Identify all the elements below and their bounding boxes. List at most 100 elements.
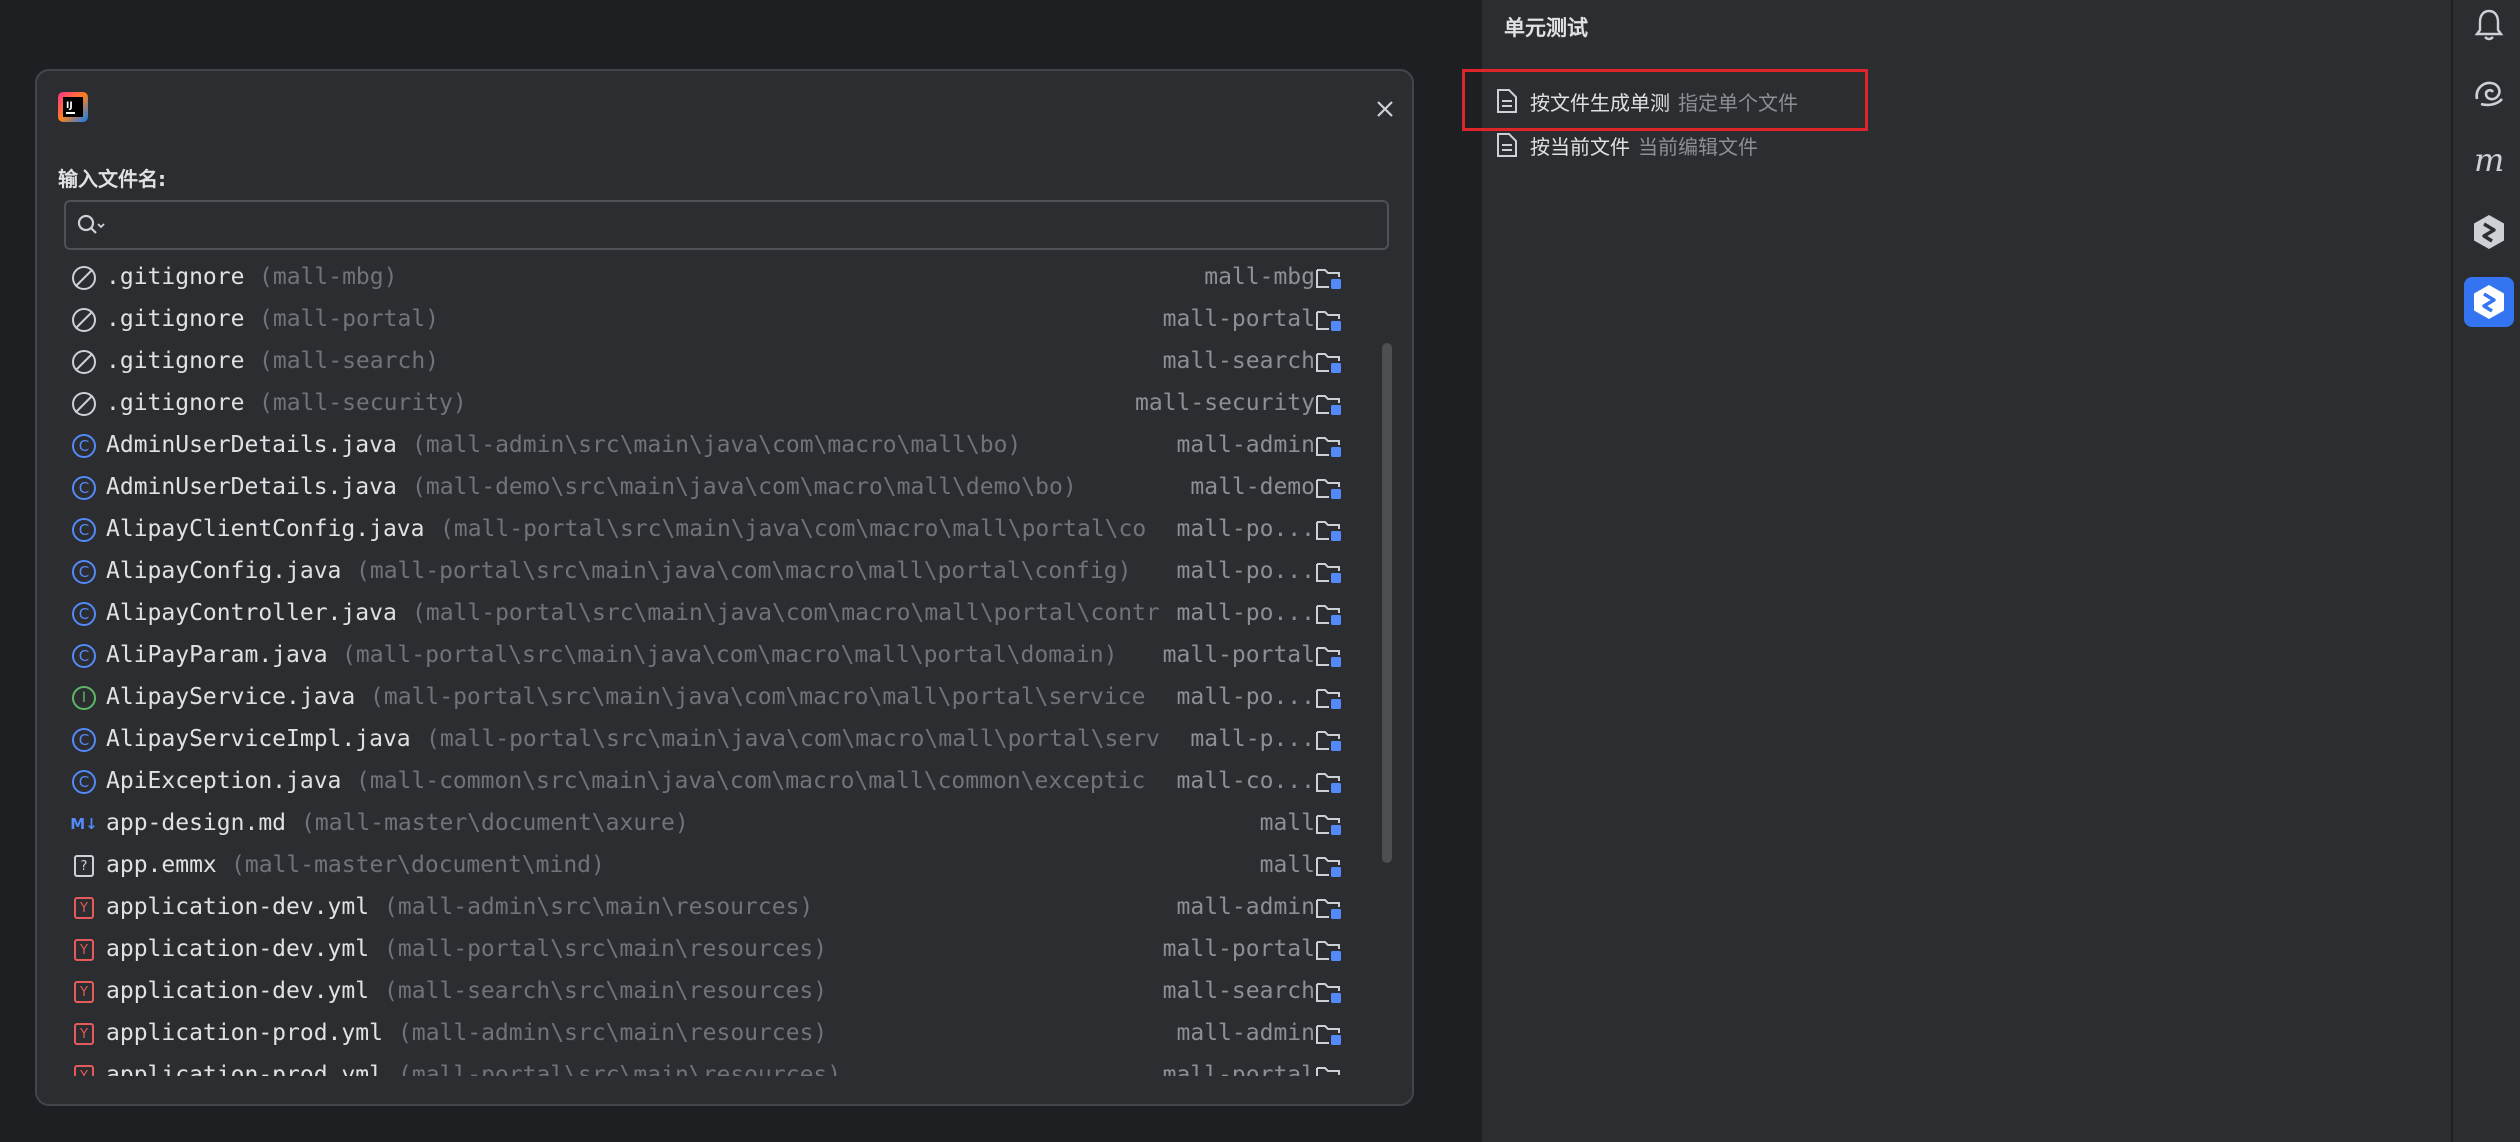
module-folder-icon	[1315, 853, 1343, 879]
unit-test-panel: 单元测试 按文件生成单测 指定单个文件 按当前文件 当前编辑文件	[1480, 0, 2451, 1142]
module-folder-icon	[1315, 727, 1343, 753]
generate-current-file-item[interactable]: 按当前文件 当前编辑文件	[1494, 125, 1758, 165]
file-icon	[1494, 130, 1520, 160]
search-input[interactable]	[112, 204, 1387, 246]
module-name: mall-admin	[1164, 1020, 1315, 1046]
file-path: (mall-admin\src\main\java\com\macro\mall…	[412, 432, 1022, 458]
markdown-icon: M↓	[70, 815, 98, 833]
module-name: mall-search	[1150, 978, 1315, 1004]
result-row[interactable]: .gitignore (mall-portal) mall-portal	[37, 298, 1387, 340]
result-row[interactable]: Yapplication-prod.yml (mall-portal\src\ma…	[37, 1054, 1387, 1076]
module-folder-icon	[1315, 391, 1343, 417]
close-button[interactable]	[1367, 91, 1403, 127]
file-path: (mall-portal\src\main\java\com\macro\mal…	[426, 726, 1160, 752]
search-box[interactable]	[64, 200, 1389, 250]
module-folder-icon	[1315, 559, 1343, 585]
file-path: (mall-admin\src\main\resources)	[384, 894, 814, 920]
file-name: AlipayController.java	[106, 600, 397, 626]
result-row[interactable]: Yapplication-dev.yml (mall-admin\src\main…	[37, 886, 1387, 928]
yaml-icon: Y	[71, 1021, 97, 1047]
result-row[interactable]: C AlipayConfig.java (mall-portal\src\main\…	[37, 550, 1387, 592]
result-row[interactable]: C AlipayServiceImpl.java (mall-portal\src\…	[37, 718, 1387, 760]
java-class-icon: C	[71, 559, 97, 585]
file-name: application-dev.yml	[106, 978, 370, 1004]
module-folder-icon	[1315, 1063, 1343, 1076]
module-name: mall-security	[1122, 390, 1315, 416]
module-folder-icon	[1315, 643, 1343, 669]
result-row[interactable]: ? app.emmx (mall-master\document\mind) mall	[37, 844, 1387, 886]
search-icon	[72, 202, 112, 248]
file-path: (mall-demo\src\main\java\com\macro\mall\…	[412, 474, 1077, 500]
file-search-dialog: IJ 输入文件名: .gitignore (mall-mbg) mall-mbg .g…	[35, 69, 1414, 1106]
file-path: (mall-portal\src\main\resources)	[384, 936, 828, 962]
file-name: AdminUserDetails.java	[106, 474, 397, 500]
file-name: AlipayServiceImpl.java	[106, 726, 411, 752]
file-path: (mall-mbg)	[259, 264, 398, 290]
file-name: application-prod.yml	[106, 1062, 383, 1076]
file-name: .gitignore	[106, 348, 245, 374]
module-name: mall-co...	[1164, 768, 1315, 794]
file-name: app-design.md	[106, 810, 287, 836]
file-name: .gitignore	[106, 306, 245, 332]
module-name: mall-portal	[1150, 936, 1315, 962]
module-name: mall-demo	[1178, 474, 1315, 500]
module-name: mall-po...	[1164, 558, 1315, 584]
result-row[interactable]: Yapplication-dev.yml (mall-search\src\mai…	[37, 970, 1387, 1012]
java-class-icon: C	[71, 517, 97, 543]
java-class-icon: C	[71, 601, 97, 627]
highlight-box	[1462, 69, 1868, 131]
result-row[interactable]: .gitignore (mall-security) mall-security	[37, 382, 1387, 424]
file-path: (mall-admin\src\main\resources)	[398, 1020, 828, 1046]
module-name: mall-portal	[1150, 1062, 1315, 1076]
module-name: mall-po...	[1164, 516, 1315, 542]
module-name: mall-admin	[1164, 432, 1315, 458]
module-name: mall-portal	[1150, 306, 1315, 332]
m-icon[interactable]: m	[2464, 136, 2514, 186]
result-row[interactable]: C AdminUserDetails.java (mall-demo\src\mai…	[37, 466, 1387, 508]
yaml-icon: Y	[71, 979, 97, 1005]
yaml-icon: Y	[71, 895, 97, 921]
module-folder-icon	[1315, 433, 1343, 459]
result-row[interactable]: Yapplication-dev.yml (mall-portal\src\mai…	[37, 928, 1387, 970]
file-name: AlipayService.java	[106, 684, 356, 710]
scrollbar[interactable]	[1382, 343, 1392, 863]
result-row[interactable]: C AliPayParam.java (mall-portal\src\main\j…	[37, 634, 1387, 676]
result-row[interactable]: C AdminUserDetails.java (mall-admin\src\ma…	[37, 424, 1387, 466]
module-name: mall-portal	[1150, 642, 1315, 668]
module-folder-icon	[1315, 685, 1343, 711]
unit-test-plugin-icon[interactable]	[2464, 277, 2514, 327]
file-path: (mall-security)	[259, 390, 467, 416]
result-row[interactable]: Yapplication-prod.yml (mall-admin\src\mai…	[37, 1012, 1387, 1054]
result-row[interactable]: M↓ app-design.md (mall-master\document\axu…	[37, 802, 1387, 844]
module-folder-icon	[1315, 349, 1343, 375]
file-name: AlipayConfig.java	[106, 558, 342, 584]
result-row[interactable]: I AlipayService.java (mall-portal\src\main…	[37, 676, 1387, 718]
java-class-icon: C	[71, 643, 97, 669]
module-folder-icon	[1315, 811, 1343, 837]
module-folder-icon	[1315, 979, 1343, 1005]
file-path: (mall-portal\src\main\java\com\macro\mal…	[440, 516, 1147, 542]
module-name: mall	[1247, 810, 1315, 836]
yaml-icon: Y	[71, 937, 97, 963]
result-row[interactable]: .gitignore (mall-mbg) mall-mbg	[37, 256, 1387, 298]
file-path: (mall-portal\src\main\java\com\macro\mal…	[342, 642, 1118, 668]
result-row[interactable]: .gitignore (mall-search) mall-search	[37, 340, 1387, 382]
module-name: mall-admin	[1164, 894, 1315, 920]
module-name: mall-po...	[1164, 600, 1315, 626]
java-class-icon: C	[71, 433, 97, 459]
result-row[interactable]: C AlipayController.java (mall-portal\src\m…	[37, 592, 1387, 634]
file-path: (mall-portal\src\main\java\com\macro\mal…	[412, 600, 1160, 626]
module-folder-icon	[1315, 517, 1343, 543]
result-row[interactable]: C AlipayClientConfig.java (mall-portal\src…	[37, 508, 1387, 550]
file-path: (mall-master\document\mind)	[231, 852, 605, 878]
spiral-icon[interactable]	[2464, 68, 2514, 118]
file-path: (mall-portal)	[259, 306, 440, 332]
file-name: application-dev.yml	[106, 894, 370, 920]
plugin-icon[interactable]	[2464, 207, 2514, 257]
module-folder-icon	[1315, 1021, 1343, 1047]
file-name: ApiException.java	[106, 768, 342, 794]
bell-icon[interactable]	[2464, 0, 2514, 50]
result-row[interactable]: C ApiException.java (mall-common\src\main\…	[37, 760, 1387, 802]
file-path: (mall-search\src\main\resources)	[384, 978, 828, 1004]
result-list: .gitignore (mall-mbg) mall-mbg .gitignore (m…	[37, 256, 1387, 1076]
